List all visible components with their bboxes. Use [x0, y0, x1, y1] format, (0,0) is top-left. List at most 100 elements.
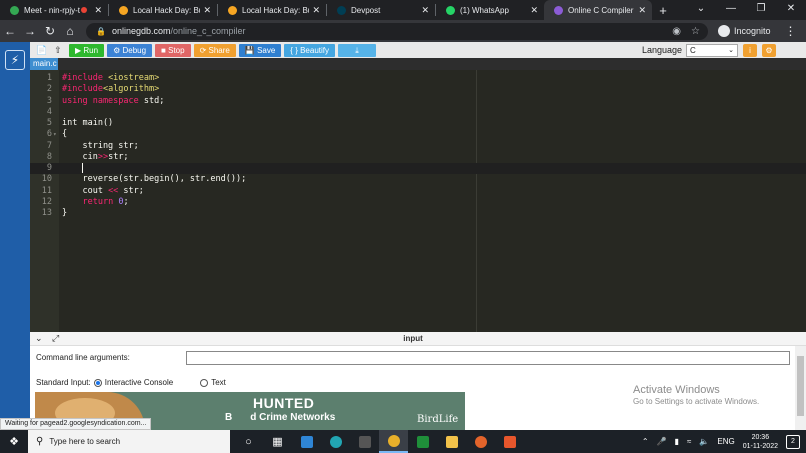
- browser-tab[interactable]: Devpost ✕: [327, 0, 435, 20]
- language-label: Language: [641, 45, 682, 55]
- file-tab-main[interactable]: main.c: [30, 58, 58, 70]
- tab-favicon-icon: [10, 5, 19, 15]
- close-tab-icon[interactable]: ✕: [421, 5, 429, 16]
- minimize-button[interactable]: —: [716, 0, 746, 20]
- close-window-button[interactable]: ✕: [776, 0, 806, 20]
- volume-icon[interactable]: 🔈: [699, 437, 709, 446]
- chrome-icon[interactable]: [379, 430, 408, 453]
- scrollbar-thumb[interactable]: [797, 356, 804, 416]
- browser-menu-icon[interactable]: ⋮: [785, 24, 797, 38]
- language-select[interactable]: C ⌄: [686, 43, 738, 57]
- maximize-button[interactable]: ❐: [746, 0, 776, 20]
- code-line[interactable]: 6 ▾ {: [30, 129, 806, 140]
- code-token: return: [82, 196, 119, 207]
- panel-scrollbar[interactable]: [795, 346, 806, 430]
- tray-chevron-up-icon[interactable]: ⌃: [642, 437, 649, 446]
- clock[interactable]: 20:36 01-11-2022: [743, 433, 778, 451]
- fold-toggle-icon[interactable]: ▾: [53, 129, 57, 140]
- cortana-icon[interactable]: ○: [234, 430, 263, 453]
- run-button[interactable]: ▶ Run: [69, 43, 105, 57]
- taskbar-search-box[interactable]: ⚲ Type here to search: [28, 430, 230, 453]
- code-line[interactable]: 8 cin>>str;: [30, 152, 806, 163]
- code-line[interactable]: 13}: [30, 208, 806, 219]
- code-line[interactable]: 11 cout << str;: [30, 186, 806, 197]
- activate-windows-watermark: Activate Windows Go to Settings to activ…: [633, 384, 759, 406]
- stop-button[interactable]: ■ Stop: [155, 43, 191, 57]
- microphone-icon[interactable]: 🎤: [657, 437, 667, 446]
- code-line[interactable]: 1 #include <iostream>: [30, 73, 806, 84]
- debug-button[interactable]: ⚙ Debug: [107, 43, 153, 57]
- code-token: str;: [108, 151, 129, 162]
- line-number: 1: [46, 73, 52, 83]
- search-icon: ⚲: [36, 436, 44, 447]
- code-line[interactable]: 9: [30, 163, 806, 174]
- upload-icon[interactable]: ⇧: [50, 43, 66, 57]
- close-tab-icon[interactable]: ✕: [312, 5, 320, 16]
- code-line[interactable]: 10 reverse(str.begin(), str.end());: [30, 174, 806, 185]
- close-tab-icon[interactable]: ✕: [638, 5, 646, 16]
- media-app-icon[interactable]: [350, 430, 379, 453]
- edge-icon[interactable]: [321, 430, 350, 453]
- battery-icon[interactable]: ▮: [675, 437, 679, 446]
- interactive-console-label[interactable]: Interactive Console: [105, 378, 173, 387]
- code-line[interactable]: 5 int main(): [30, 118, 806, 129]
- interactive-console-radio[interactable]: [93, 378, 102, 387]
- recording-indicator-icon: [81, 7, 88, 13]
- incognito-badge[interactable]: Incognito: [718, 25, 771, 37]
- code-line[interactable]: 3 using namespace std;: [30, 96, 806, 107]
- settings-gear-icon[interactable]: ⚙: [762, 43, 776, 57]
- code-token: reverse(str.begin(), str.end());: [62, 174, 247, 185]
- firefox-icon[interactable]: [466, 430, 495, 453]
- left-sidebar: ⚡: [0, 42, 30, 430]
- lock-icon[interactable]: 🔒: [96, 27, 106, 36]
- language-indicator[interactable]: ENG: [717, 437, 734, 446]
- download-button[interactable]: ⤓: [338, 43, 376, 57]
- forward-icon[interactable]: →: [20, 24, 40, 38]
- new-file-icon[interactable]: 📄: [34, 43, 50, 57]
- browser-tab[interactable]: (1) WhatsApp ✕: [436, 0, 544, 20]
- back-icon[interactable]: ←: [0, 24, 20, 38]
- beautify-button[interactable]: { } Beautify: [284, 43, 335, 57]
- home-icon[interactable]: ⌂: [60, 24, 80, 38]
- code-line[interactable]: 2 #include<algorithm>: [30, 84, 806, 95]
- close-tab-icon[interactable]: ✕: [530, 5, 538, 16]
- code-editor[interactable]: 1 #include <iostream> 2 #include<algorithm>…: [30, 70, 806, 332]
- reload-icon[interactable]: ↻: [40, 24, 60, 38]
- share-button[interactable]: ⟳ Share: [193, 43, 236, 57]
- chart-app-icon[interactable]: [408, 430, 437, 453]
- task-view-icon[interactable]: ▦: [263, 430, 292, 453]
- save-button[interactable]: 💾 Save: [238, 43, 282, 57]
- new-tab-button[interactable]: +: [652, 3, 674, 18]
- code-token: using namespace: [62, 95, 144, 106]
- file-explorer-icon[interactable]: [437, 430, 466, 453]
- code-token: std;: [143, 95, 165, 106]
- code-line[interactable]: 7 string str;: [30, 141, 806, 152]
- mail-icon[interactable]: [292, 430, 321, 453]
- tab-title: Meet - nin-rpjy-t: [24, 5, 81, 15]
- code-line[interactable]: 4: [30, 107, 806, 118]
- tab-favicon-icon: [119, 5, 128, 15]
- code-text: {: [62, 129, 67, 140]
- code-line[interactable]: 12 return 0;: [30, 197, 806, 208]
- code-token: <algorithm>: [102, 84, 160, 95]
- browser-tab[interactable]: Local Hack Day: Build✕: [109, 0, 217, 20]
- cmd-args-input[interactable]: [186, 351, 790, 365]
- code-token: int main(): [62, 118, 114, 128]
- info-icon[interactable]: i: [743, 43, 757, 57]
- lightning-logo-icon[interactable]: ⚡: [5, 50, 25, 70]
- windows-start-icon[interactable]: ❖: [0, 435, 28, 448]
- browser-tab[interactable]: Local Hack Day: Build✕: [218, 0, 326, 20]
- notification-icon[interactable]: 2: [786, 434, 800, 449]
- text-radio[interactable]: [200, 378, 209, 387]
- browser-tab[interactable]: Meet - nin-rpjy-t ✕: [0, 0, 108, 20]
- url-input[interactable]: 🔒 onlinegdb.com/online_c_compiler ◉ ☆: [86, 22, 708, 40]
- close-tab-icon[interactable]: ✕: [203, 5, 211, 16]
- tab-search-icon[interactable]: ⌄: [686, 0, 716, 20]
- bookmark-star-icon[interactable]: ☆: [691, 26, 700, 37]
- text-option-label[interactable]: Text: [211, 378, 226, 387]
- close-tab-icon[interactable]: ✕: [94, 5, 102, 16]
- wifi-icon[interactable]: ≈: [687, 437, 691, 446]
- browser-tab[interactable]: Online C Compiler - o✕: [544, 0, 652, 20]
- tracking-protection-icon[interactable]: ◉: [672, 26, 681, 37]
- q-app-icon[interactable]: [495, 430, 524, 453]
